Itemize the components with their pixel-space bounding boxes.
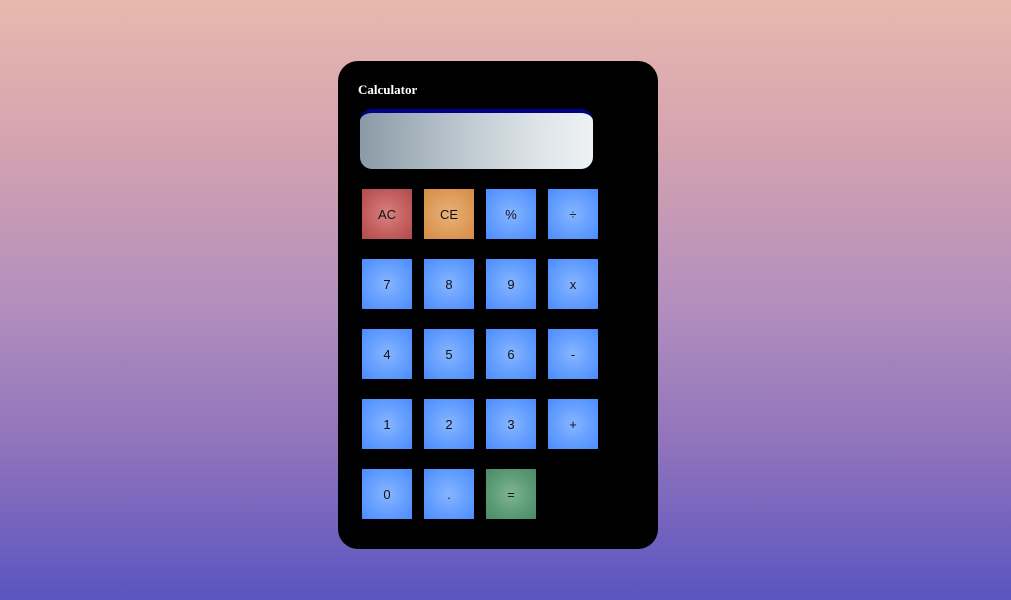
calculator-display	[360, 109, 593, 169]
digit-2-button[interactable]: 2	[424, 399, 474, 449]
digit-1-button[interactable]: 1	[362, 399, 412, 449]
divide-button[interactable]: ÷	[548, 189, 598, 239]
digit-6-button[interactable]: 6	[486, 329, 536, 379]
equals-button[interactable]: =	[486, 469, 536, 519]
percent-button[interactable]: %	[486, 189, 536, 239]
clear-entry-button[interactable]: CE	[424, 189, 474, 239]
multiply-button[interactable]: x	[548, 259, 598, 309]
calculator-title: Calculator	[358, 82, 418, 97]
digit-4-button[interactable]: 4	[362, 329, 412, 379]
digit-5-button[interactable]: 5	[424, 329, 474, 379]
keypad: AC CE % ÷ 7 8 9 x 4 5 6 - 1 2 3 + 0 . =	[362, 189, 598, 519]
digit-8-button[interactable]: 8	[424, 259, 474, 309]
calculator: Calculator AC CE % ÷ 7 8 9 x 4 5 6 - 1 2…	[338, 61, 658, 549]
digit-9-button[interactable]: 9	[486, 259, 536, 309]
add-button[interactable]: +	[548, 399, 598, 449]
subtract-button[interactable]: -	[548, 329, 598, 379]
digit-3-button[interactable]: 3	[486, 399, 536, 449]
all-clear-button[interactable]: AC	[362, 189, 412, 239]
decimal-point-button[interactable]: .	[424, 469, 474, 519]
digit-7-button[interactable]: 7	[362, 259, 412, 309]
digit-0-button[interactable]: 0	[362, 469, 412, 519]
